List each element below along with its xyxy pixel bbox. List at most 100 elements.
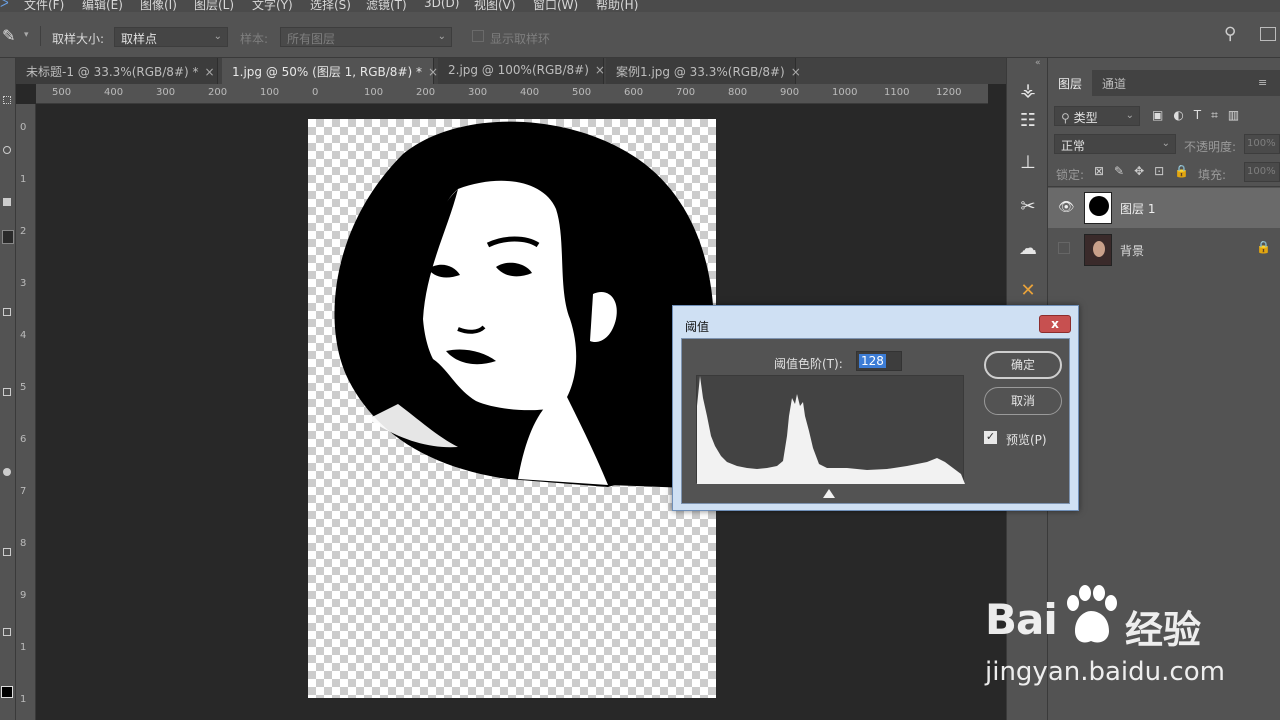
ruler-tick-label: 400 bbox=[520, 87, 540, 98]
tab-layers[interactable]: 图层 bbox=[1048, 70, 1093, 96]
cancel-button[interactable]: 取消 bbox=[984, 387, 1062, 415]
properties-icon[interactable]: ☷ bbox=[1015, 108, 1041, 134]
blend-mode-select[interactable]: 正常 ⌄ bbox=[1054, 134, 1176, 154]
ruler-tick-label: 0 bbox=[20, 122, 27, 133]
close-icon[interactable]: × bbox=[791, 65, 801, 79]
eraser-tool-icon[interactable] bbox=[3, 388, 11, 396]
sample-size-select[interactable]: 取样点 ⌄ bbox=[114, 27, 228, 47]
tab-case1jpg[interactable]: 案例1.jpg @ 33.3%(RGB/8#) × bbox=[606, 58, 801, 84]
scissors-icon[interactable]: ✂ bbox=[1015, 194, 1041, 220]
layer-row-background[interactable]: 背景 🔒 bbox=[1048, 230, 1280, 270]
ruler-tick-label: 1 bbox=[20, 642, 27, 653]
chevron-down-icon: ⌄ bbox=[1161, 138, 1170, 149]
ruler-tick-label: 0 bbox=[312, 87, 319, 98]
ruler-tick-label: 800 bbox=[728, 87, 748, 98]
ruler-tick-label: 400 bbox=[104, 87, 124, 98]
ruler-tick-label: 500 bbox=[572, 87, 592, 98]
tab-label: 未标题-1 @ 33.3%(RGB/8#) * bbox=[26, 65, 199, 79]
thumbnail-face bbox=[1093, 241, 1105, 257]
ruler-tick-label: 200 bbox=[208, 87, 228, 98]
ruler-horizontal: 500 400 300 200 100 0 100 200 300 400 50… bbox=[36, 84, 988, 104]
threshold-level-input[interactable]: 128 bbox=[856, 351, 902, 371]
histogram bbox=[696, 375, 965, 484]
workspace-icon[interactable] bbox=[1260, 27, 1276, 41]
close-icon[interactable]: × bbox=[205, 65, 215, 79]
crop-tool-icon[interactable] bbox=[3, 198, 11, 206]
fill-field[interactable]: 100% bbox=[1244, 162, 1280, 182]
menu-help[interactable]: 帮助(H) bbox=[596, 0, 638, 12]
menu-layer[interactable]: 图层(L) bbox=[194, 0, 234, 12]
layer-thumbnail bbox=[1084, 192, 1112, 224]
divider bbox=[1048, 186, 1280, 187]
chevron-down-icon: ⌄ bbox=[213, 31, 222, 42]
tools-panel bbox=[0, 58, 16, 720]
dialog-body: 阈值色阶(T): 128 确定 取消 ✓ 预览(P) bbox=[681, 338, 1070, 504]
layer-thumbnail bbox=[1084, 234, 1112, 266]
tab-label: 案例1.jpg @ 33.3%(RGB/8#) bbox=[616, 65, 785, 79]
foreground-color-swatch[interactable] bbox=[1, 686, 13, 698]
menu-window[interactable]: 窗口(W) bbox=[533, 0, 578, 12]
tab-untitled[interactable]: 未标题-1 @ 33.3%(RGB/8#) * × bbox=[16, 58, 218, 84]
eyedropper-tool-active-icon[interactable] bbox=[2, 230, 14, 244]
ruler-tick-label: 100 bbox=[364, 87, 384, 98]
ruler-tick-label: 600 bbox=[624, 87, 644, 98]
layer-filter-select[interactable]: ⚲ 类型 ⌄ bbox=[1054, 106, 1140, 126]
marquee-tool-icon[interactable] bbox=[3, 96, 11, 104]
eye-icon[interactable]: 👁 bbox=[1058, 200, 1075, 215]
collapse-chevron-icon[interactable]: « bbox=[1035, 58, 1041, 68]
panel-menu-icon[interactable]: ≡ bbox=[1258, 76, 1267, 89]
eyedropper-tool-icon[interactable]: ✎ bbox=[2, 26, 22, 46]
show-ring-checkbox[interactable] bbox=[472, 30, 484, 42]
stamp-icon[interactable]: ⊥ bbox=[1015, 150, 1041, 176]
lock-label: 锁定: bbox=[1056, 168, 1085, 182]
menu-filter[interactable]: 滤镜(T) bbox=[366, 0, 407, 12]
menu-file[interactable]: 文件(F) bbox=[24, 0, 64, 12]
brush-tool-icon[interactable] bbox=[3, 308, 11, 316]
menu-edit[interactable]: 编辑(E) bbox=[82, 0, 123, 12]
preview-checkbox[interactable]: ✓ bbox=[984, 431, 997, 444]
menu-select[interactable]: 选择(S) bbox=[310, 0, 351, 12]
adjustments-icon[interactable]: ⚶ bbox=[1015, 78, 1041, 104]
layer-row-layer1[interactable]: 👁 图层 1 bbox=[1048, 188, 1280, 228]
options-bar: ✎ ▾ 取样大小: 取样点 ⌄ 样本: 所有图层 ⌄ 显示取样环 ⚲ bbox=[0, 12, 1280, 58]
dodge-tool-icon[interactable] bbox=[3, 468, 11, 476]
lasso-tool-icon[interactable] bbox=[3, 146, 11, 154]
threshold-dialog: 阈值 x 阈值色阶(T): 128 确定 取消 ✓ 预览(P) bbox=[672, 305, 1079, 511]
sample-select[interactable]: 所有图层 ⌄ bbox=[280, 27, 452, 47]
show-ring-label: 显示取样环 bbox=[490, 32, 551, 46]
tab-1jpg[interactable]: 1.jpg @ 50% (图层 1, RGB/8#) * × bbox=[222, 58, 438, 84]
tab-2jpg[interactable]: 2.jpg @ 100%(RGB/8#) × bbox=[438, 58, 605, 84]
lock-icons[interactable]: ⊠✎✥⊡🔒 bbox=[1094, 164, 1199, 178]
visibility-toggle[interactable] bbox=[1058, 242, 1070, 254]
threshold-slider-handle[interactable] bbox=[823, 489, 835, 498]
layer-filter-icons[interactable]: ▣◐T⌗▥ bbox=[1152, 108, 1249, 123]
menu-image[interactable]: 图像(I) bbox=[140, 0, 177, 12]
creative-cloud-icon[interactable]: ☁ bbox=[1015, 236, 1041, 262]
tool-preset-chevron-icon[interactable]: ▾ bbox=[24, 30, 29, 40]
close-icon[interactable]: × bbox=[428, 65, 438, 79]
document-canvas[interactable] bbox=[308, 119, 716, 698]
ruler-tick-label: 900 bbox=[780, 87, 800, 98]
text-tool-icon[interactable] bbox=[3, 548, 11, 556]
baidu-watermark: Bai 经验 jingyan.baidu.com bbox=[985, 583, 1275, 693]
threshold-level-value: 128 bbox=[859, 354, 886, 368]
tab-channels[interactable]: 通道 bbox=[1092, 70, 1136, 96]
tab-label: 2.jpg @ 100%(RGB/8#) bbox=[448, 63, 589, 77]
ok-button[interactable]: 确定 bbox=[984, 351, 1062, 379]
layer-name[interactable]: 背景 bbox=[1120, 242, 1144, 259]
app-icon[interactable]: ᐳ bbox=[0, 0, 9, 10]
menu-type[interactable]: 文字(Y) bbox=[252, 0, 293, 12]
sample-value: 所有图层 bbox=[287, 32, 336, 46]
opacity-field[interactable]: 100% bbox=[1244, 134, 1280, 154]
divider bbox=[40, 26, 41, 46]
close-button[interactable]: x bbox=[1039, 315, 1071, 333]
sample-label: 样本: bbox=[240, 32, 269, 46]
tools-cross-icon[interactable]: ✕ bbox=[1015, 278, 1041, 304]
blend-mode-value: 正常 bbox=[1061, 139, 1086, 153]
layer-name[interactable]: 图层 1 bbox=[1120, 200, 1155, 217]
hand-tool-icon[interactable] bbox=[3, 628, 11, 636]
close-icon[interactable]: × bbox=[595, 63, 605, 77]
menu-3d[interactable]: 3D(D) bbox=[424, 0, 459, 10]
search-icon[interactable]: ⚲ bbox=[1224, 24, 1236, 44]
menu-view[interactable]: 视图(V) bbox=[474, 0, 516, 12]
